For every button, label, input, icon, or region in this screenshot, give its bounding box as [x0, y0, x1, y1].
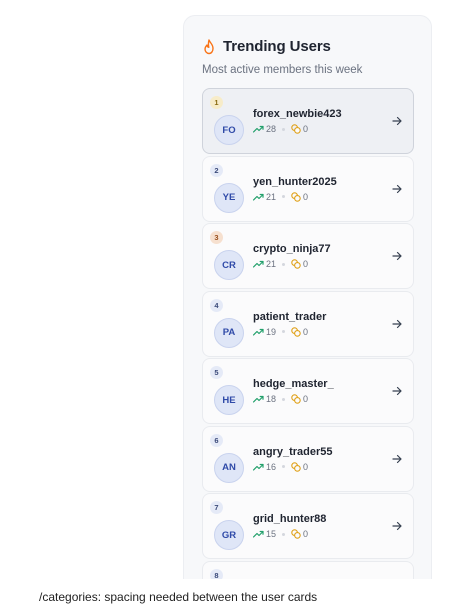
- user-card[interactable]: 7 GR grid_hunter88 15 0: [202, 493, 414, 559]
- user-name[interactable]: crypto_ninja77: [253, 243, 331, 255]
- user-name[interactable]: hedge_master_: [253, 378, 334, 390]
- trending-users-panel: Trending Users Most active members this …: [183, 15, 432, 579]
- rank-badge: 4: [210, 298, 223, 312]
- user-card[interactable]: 2 YE yen_hunter2025 21 0: [202, 155, 414, 222]
- separator-dot: [282, 127, 286, 131]
- coins-icon: [291, 461, 301, 472]
- user-stats: 15 0: [253, 529, 308, 539]
- trend-count: 18: [266, 394, 277, 404]
- avatar: FO: [214, 115, 244, 145]
- trending-up-icon: [253, 193, 264, 201]
- arrow-right-icon[interactable]: [391, 250, 403, 262]
- arrow-right-icon[interactable]: [391, 385, 403, 397]
- user-card[interactable]: 6 AN angry_trader55 16 0: [202, 425, 414, 492]
- user-stats: 18 0: [253, 394, 308, 404]
- arrow-right-icon[interactable]: [391, 453, 403, 465]
- coins-icon: [291, 326, 301, 337]
- user-stats: 21 0: [253, 259, 308, 269]
- user-card[interactable]: 4 PA patient_trader 19 0: [202, 290, 414, 357]
- caption-note: /categories: spacing needed between the …: [39, 590, 318, 604]
- user-name[interactable]: angry_trader55: [253, 446, 333, 458]
- avatar: CR: [214, 250, 244, 280]
- user-card[interactable]: 3 CR crypto_ninja77 21 0: [202, 223, 414, 289]
- user-name[interactable]: grid_hunter88: [253, 513, 326, 525]
- arrow-right-icon[interactable]: [391, 318, 403, 330]
- coins-icon: [291, 394, 301, 404]
- panel-title: Trending Users: [223, 38, 331, 55]
- user-stats: 16 0: [253, 462, 308, 472]
- arrow-right-icon[interactable]: [391, 183, 403, 195]
- separator-dot: [282, 465, 286, 468]
- trend-count: 21: [266, 259, 277, 269]
- avatar: YE: [214, 182, 244, 213]
- trending-up-icon: [253, 328, 264, 336]
- category-count: 0: [303, 529, 309, 539]
- trend-count: 15: [266, 529, 277, 539]
- avatar: GR: [214, 520, 244, 550]
- avatar: AN: [214, 452, 244, 483]
- coins-icon: [291, 124, 301, 134]
- arrow-right-icon[interactable]: [391, 520, 403, 532]
- rank-badge: 6: [210, 433, 223, 447]
- trending-up-icon: [253, 530, 264, 538]
- panel-header: Trending Users: [202, 38, 331, 55]
- separator-dot: [282, 330, 286, 333]
- separator-dot: [282, 195, 286, 198]
- trend-count: 19: [266, 326, 277, 337]
- user-name[interactable]: patient_trader: [253, 311, 326, 323]
- arrow-right-icon[interactable]: [391, 115, 403, 127]
- user-stats: 21 0: [253, 192, 308, 202]
- category-count: 0: [303, 124, 309, 134]
- avatar: HE: [214, 385, 244, 415]
- rank-badge: 7: [210, 501, 223, 514]
- panel-subtitle: Most active members this week: [202, 64, 363, 76]
- user-stats: 28 0: [253, 124, 308, 134]
- trend-count: 16: [266, 461, 277, 472]
- user-list: 1 FO forex_newbie423 28 0 2 YE yen_hunte…: [202, 88, 414, 579]
- rank-badge: 2: [210, 163, 223, 177]
- separator-dot: [282, 532, 286, 536]
- separator-dot: [282, 262, 286, 266]
- rank-badge: 3: [210, 231, 223, 244]
- user-card[interactable]: 8: [202, 560, 414, 579]
- trending-up-icon: [253, 260, 264, 268]
- user-card[interactable]: 5 HE hedge_master_ 18 0: [202, 358, 414, 424]
- user-name[interactable]: yen_hunter2025: [253, 176, 337, 188]
- user-stats: 19 0: [253, 327, 308, 337]
- category-count: 0: [303, 326, 309, 337]
- coins-icon: [291, 191, 301, 202]
- separator-dot: [282, 397, 286, 401]
- trending-up-icon: [253, 395, 264, 403]
- trend-count: 28: [266, 124, 277, 134]
- category-count: 0: [303, 191, 309, 202]
- rank-badge: 8: [210, 568, 223, 579]
- trending-up-icon: [253, 125, 264, 133]
- user-name[interactable]: forex_newbie423: [253, 108, 342, 120]
- category-count: 0: [303, 461, 309, 472]
- user-card[interactable]: 1 FO forex_newbie423 28 0: [202, 88, 414, 154]
- coins-icon: [291, 529, 301, 539]
- avatar: PA: [214, 317, 244, 348]
- coins-icon: [291, 259, 301, 269]
- rank-badge: 1: [210, 96, 223, 109]
- rank-badge: 5: [210, 366, 223, 379]
- trend-count: 21: [266, 191, 277, 202]
- category-count: 0: [303, 259, 309, 269]
- flame-icon: [204, 38, 214, 54]
- category-count: 0: [303, 394, 309, 404]
- trending-up-icon: [253, 463, 264, 471]
